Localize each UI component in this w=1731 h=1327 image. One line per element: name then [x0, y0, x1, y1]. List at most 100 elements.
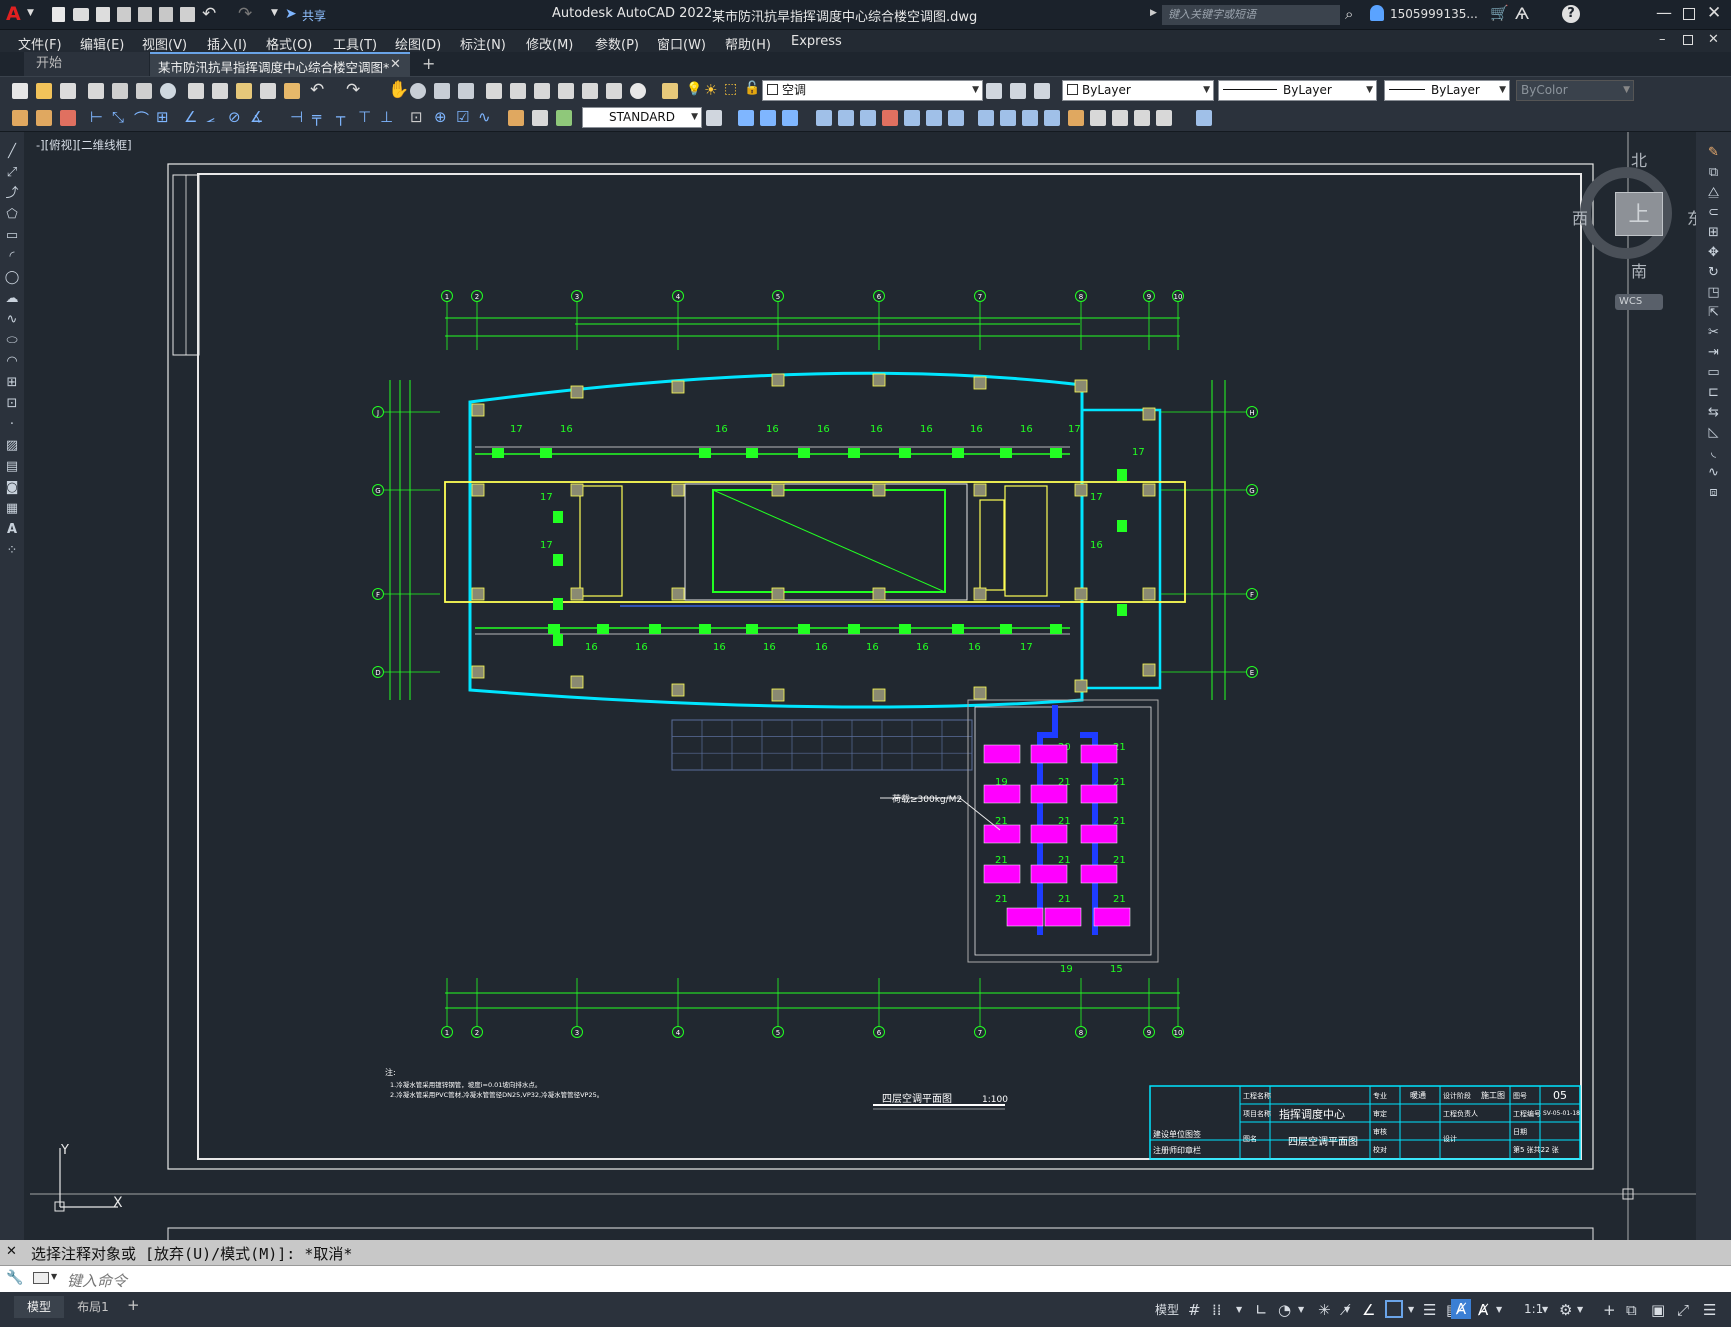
tb-diameter-icon[interactable]: ⊘: [228, 108, 241, 126]
menu-modify[interactable]: 修改(M): [526, 34, 573, 53]
2d-osnap-icon[interactable]: [1385, 1300, 1403, 1318]
layer-dropdown[interactable]: 空调 ▼: [762, 80, 983, 101]
tb-dgn-icon[interactable]: [1196, 110, 1212, 126]
units-icon[interactable]: ⧉: [1626, 1301, 1637, 1319]
tab-drawing[interactable]: 某市防汛抗旱指挥调度中心综合楼空调图* ✕: [150, 52, 410, 76]
layer-vp-icon[interactable]: ⬚: [724, 81, 737, 97]
tb-properties-icon[interactable]: [486, 83, 502, 99]
tb-center-icon[interactable]: ⊕: [434, 108, 447, 126]
maximize-icon[interactable]: [1683, 8, 1695, 20]
erase-icon[interactable]: ✎: [1705, 144, 1722, 161]
tb-save-icon[interactable]: [60, 83, 76, 99]
tb-dimstyle-icon[interactable]: [706, 110, 722, 126]
chamfer-icon[interactable]: ◺: [1705, 424, 1722, 441]
textstyle-dropdown[interactable]: STANDARD ▼: [582, 107, 702, 128]
layer-bulb-icon[interactable]: 💡: [686, 82, 702, 97]
qat-new-icon[interactable]: [52, 7, 65, 22]
stretch-icon[interactable]: ⇱: [1705, 304, 1722, 321]
2d-osnap-dropdown-icon[interactable]: ▼: [1408, 1305, 1414, 1314]
qat-redo-icon[interactable]: ↷: [238, 4, 252, 24]
break-point-icon[interactable]: ▭: [1705, 364, 1722, 381]
minimize-icon[interactable]: —: [1656, 3, 1672, 22]
tb-extend-icon[interactable]: [904, 110, 920, 126]
close-icon[interactable]: ✕: [1707, 3, 1721, 23]
menu-window[interactable]: 窗口(W): [657, 34, 706, 53]
rotate-icon[interactable]: ↻: [1705, 264, 1722, 281]
tb-dimedit-icon[interactable]: [508, 110, 524, 126]
tb-plot-icon[interactable]: [88, 83, 104, 99]
snap-dropdown-icon[interactable]: ▼: [1236, 1305, 1242, 1314]
tb-dimlinear-icon[interactable]: [36, 110, 52, 126]
command-close-icon[interactable]: ✕: [6, 1244, 17, 1259]
line-icon[interactable]: ╱: [4, 144, 20, 160]
construction-line-icon[interactable]: ⤢: [4, 165, 20, 181]
array-icon[interactable]: ⊞: [1705, 224, 1722, 241]
customize-icon[interactable]: ☰: [1703, 1301, 1716, 1319]
autodesk-account-icon[interactable]: Ѧ: [1515, 4, 1529, 23]
share-icon[interactable]: ➤: [285, 6, 297, 22]
quick-properties-icon[interactable]: ▣: [1651, 1301, 1665, 1319]
tb-dimaligned-icon[interactable]: [60, 110, 76, 126]
tb-sheetset-icon[interactable]: [558, 83, 574, 99]
ellipse-icon[interactable]: ⬭: [4, 333, 20, 349]
autocad-logo-icon[interactable]: A: [6, 4, 24, 24]
spline-icon[interactable]: ∿: [4, 312, 20, 328]
tb-calc-icon[interactable]: [606, 83, 622, 99]
menu-view[interactable]: 视图(V): [142, 34, 187, 53]
tb-chamfer-icon[interactable]: [1000, 110, 1016, 126]
tb-designcenter-icon[interactable]: [510, 83, 526, 99]
tb-aligned-icon[interactable]: ⤡: [112, 108, 124, 126]
tb-3ddwf-icon[interactable]: [160, 83, 176, 99]
tb-xref-icon[interactable]: [1090, 110, 1106, 126]
menu-draw[interactable]: 绘图(D): [395, 34, 441, 53]
add-icon[interactable]: +: [1603, 1301, 1616, 1319]
mirror-icon[interactable]: ⧋: [1705, 184, 1722, 201]
osnap-dropdown-icon[interactable]: ▼: [1344, 1305, 1350, 1314]
tb-baseline-icon[interactable]: ╤: [312, 108, 321, 126]
tb-explode-icon[interactable]: [1022, 110, 1038, 126]
tb-radius-icon[interactable]: ∠: [184, 108, 197, 126]
trim-icon[interactable]: ✂: [1705, 324, 1722, 341]
menu-tools[interactable]: 工具(T): [333, 34, 377, 53]
table-icon[interactable]: ▦: [4, 501, 20, 517]
help-icon[interactable]: ?: [1562, 5, 1580, 23]
tb-continue-icon[interactable]: ┬: [336, 108, 345, 126]
tb-zoom-realtime-icon[interactable]: [410, 83, 426, 99]
tb-undo-icon[interactable]: ↶: [310, 80, 324, 100]
isodraft-icon[interactable]: ✳: [1318, 1301, 1331, 1319]
menu-help[interactable]: 帮助(H): [725, 34, 771, 53]
copy-icon[interactable]: ⧉: [1705, 164, 1722, 181]
menu-file[interactable]: 文件(F): [18, 34, 62, 53]
extend-icon[interactable]: ⇥: [1705, 344, 1722, 361]
tb-offset-icon[interactable]: [926, 110, 942, 126]
menu-parametric[interactable]: 参数(P): [595, 34, 639, 53]
scale-icon[interactable]: ◳: [1705, 284, 1722, 301]
scale-dropdown-icon[interactable]: ▼: [1542, 1305, 1548, 1314]
tb-move-icon[interactable]: [738, 110, 754, 126]
tb-ole-icon[interactable]: [1134, 110, 1150, 126]
annotation-scale[interactable]: 1:1: [1524, 1302, 1543, 1316]
tb-join-icon[interactable]: [1044, 110, 1060, 126]
tb-qdim-icon[interactable]: [12, 110, 28, 126]
doc-minimize-icon[interactable]: –: [1659, 32, 1666, 47]
break-icon[interactable]: ⊏: [1705, 384, 1722, 401]
tb-rotate-icon[interactable]: [782, 110, 798, 126]
tb-dimupdate-icon[interactable]: [556, 110, 572, 126]
tb-break-icon[interactable]: ⊥: [380, 108, 393, 126]
tb-zoom-previous-icon[interactable]: [458, 83, 474, 99]
polyline-icon[interactable]: ⤴: [4, 186, 20, 202]
insert-block-icon[interactable]: ⊞: [4, 375, 20, 391]
tb-inspect-icon[interactable]: ☑: [456, 108, 469, 126]
auto-scale-icon[interactable]: Ⱥ: [1478, 1301, 1488, 1319]
object-snap-icon[interactable]: ∠: [1362, 1301, 1375, 1319]
tb-zoom-window-icon[interactable]: [434, 83, 450, 99]
fillet-icon[interactable]: ◟: [1705, 444, 1722, 461]
tb-new-icon[interactable]: [12, 83, 28, 99]
viewcube-top-face[interactable]: 上: [1615, 192, 1663, 236]
grid-toggle-icon[interactable]: #: [1188, 1301, 1201, 1319]
tb-insert-icon[interactable]: [1068, 110, 1084, 126]
tb-help-icon[interactable]: [630, 83, 646, 99]
menu-format[interactable]: 格式(O): [266, 34, 312, 53]
join-icon[interactable]: ⇆: [1705, 404, 1722, 421]
tb-linear-icon[interactable]: ⊢: [90, 108, 103, 126]
